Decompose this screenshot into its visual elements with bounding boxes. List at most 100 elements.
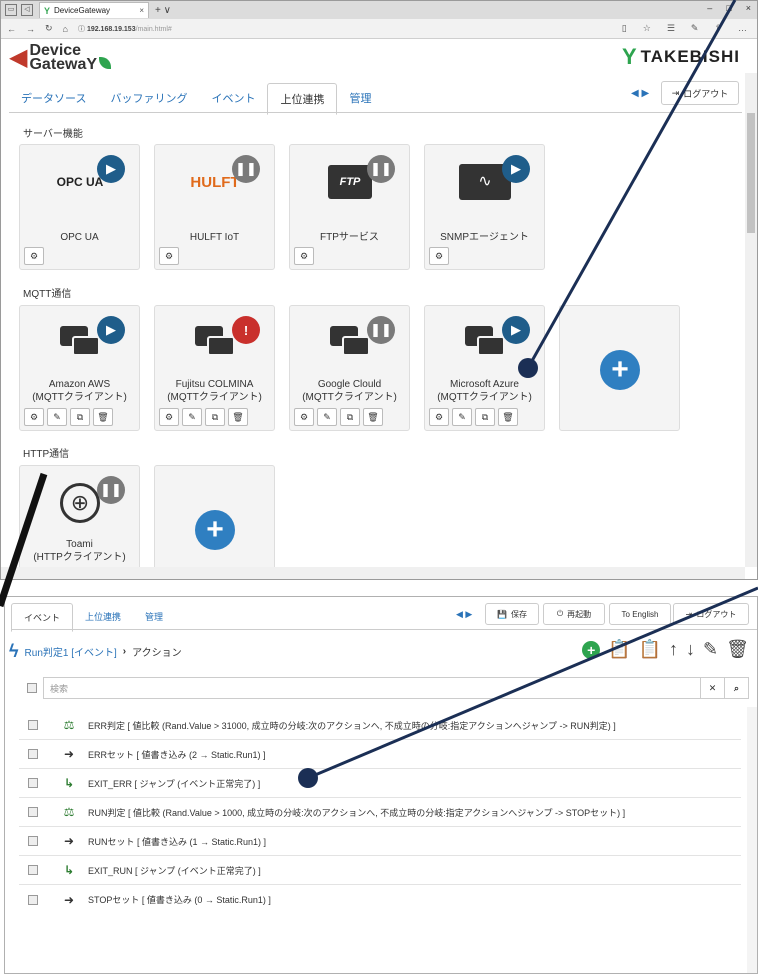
horizontal-scrollbar[interactable] [1, 567, 745, 579]
clear-search-icon[interactable]: ✕ [701, 677, 725, 699]
settings-gear-icon[interactable]: ⚙ [24, 247, 44, 265]
card-toami[interactable]: ⊕ ❚❚ Toami (HTTPクライアント) [19, 465, 140, 579]
save-button[interactable]: 💾 保存 [485, 603, 539, 625]
vertical-scrollbar[interactable] [745, 73, 757, 567]
action-row[interactable]: ➜ ERRセット [ 値書き込み (2 → Static.Run1) ] [19, 740, 741, 769]
settings-gear-icon[interactable]: ⚙ [294, 408, 314, 426]
action-row[interactable]: ➜ STOPセット [ 値書き込み (0 → Static.Run1) ] [19, 885, 741, 914]
close-tab-icon[interactable]: × [139, 6, 144, 15]
action-row[interactable]: ⚖ ERR判定 [ 値比較 (Rand.Value > 31000, 成立時の分岐… [19, 711, 741, 740]
to-english-button[interactable]: To English [609, 603, 671, 625]
card-hulft-iot[interactable]: HULFT ❚❚ HULFT IoT ⚙ [154, 144, 275, 270]
tab-back-icon[interactable]: ◁ [21, 4, 33, 16]
card-google-cloud[interactable]: ❚❚ Google Clould (MQTTクライアント) ⚙ ✎ ⧉ 🗑 [289, 305, 410, 431]
running-play-icon[interactable]: ▶ [502, 316, 530, 344]
card-fujitsu-colmina[interactable]: ! Fujitsu COLMINA (MQTTクライアント) ⚙ ✎ ⧉ 🗑 [154, 305, 275, 431]
running-play-icon[interactable]: ▶ [97, 316, 125, 344]
row-checkbox[interactable] [28, 894, 38, 905]
row-checkbox[interactable] [28, 749, 38, 759]
add-action-icon[interactable]: + [582, 640, 601, 659]
tab-datasource[interactable]: データソース [9, 83, 98, 115]
paused-pause-icon[interactable]: ❚❚ [232, 155, 260, 183]
action-row[interactable]: ➜ RUNセット [ 値書き込み (1 → Static.Run1) ] [19, 827, 741, 856]
forward-icon[interactable]: → [26, 24, 35, 34]
delete-trash-icon[interactable]: 🗑 [726, 639, 749, 660]
tab-event[interactable]: イベント [11, 603, 74, 632]
card-ftp-service[interactable]: FTP ❚❚ FTPサービス ⚙ [289, 144, 410, 270]
favorites-hub-icon[interactable]: ☰ [667, 23, 675, 34]
back-icon[interactable]: ← [7, 24, 16, 34]
error-exclamation-icon[interactable]: ! [232, 316, 260, 344]
copy-icon[interactable]: ⧉ [340, 408, 360, 426]
row-checkbox[interactable] [28, 836, 38, 846]
tab-admin[interactable]: 管理 [337, 83, 383, 115]
tab-event[interactable]: イベント [199, 83, 267, 115]
row-checkbox[interactable] [28, 720, 38, 730]
reading-view-icon[interactable]: ▯ [622, 23, 627, 34]
tab-admin[interactable]: 管理 [133, 603, 175, 632]
share-icon[interactable]: ⇪ [714, 23, 722, 34]
tab-buffering[interactable]: バッファリング [98, 83, 199, 115]
settings-gear-icon[interactable]: ⚙ [294, 247, 314, 265]
add-plus-icon[interactable]: + [600, 350, 640, 390]
notes-icon[interactable]: ✎ [691, 23, 699, 34]
edit-pencil-icon[interactable]: ✎ [452, 408, 472, 426]
copy-icon[interactable]: ⧉ [205, 408, 225, 426]
paste-after-icon[interactable]: 📋 [639, 639, 661, 660]
breadcrumb-event-link[interactable]: Run判定1 [イベント] [25, 644, 117, 659]
nav-arrows-icon[interactable]: ◀ ▶ [456, 609, 472, 620]
card-amazon-aws[interactable]: ▶ Amazon AWS (MQTTクライアント) ⚙ ✎ ⧉ 🗑 [19, 305, 140, 431]
delete-trash-icon[interactable]: 🗑 [363, 408, 383, 426]
tab-upper-link[interactable]: 上位連携 [267, 83, 338, 115]
add-plus-icon[interactable]: + [195, 510, 235, 550]
edit-pencil-icon[interactable]: ✎ [317, 408, 337, 426]
action-row[interactable]: ↳ EXIT_RUN [ ジャンプ (イベント正常完了) ] [19, 856, 741, 885]
running-play-icon[interactable]: ▶ [502, 155, 530, 183]
move-down-icon[interactable]: ↓ [686, 639, 695, 660]
refresh-icon[interactable]: ↻ [45, 23, 53, 34]
delete-trash-icon[interactable]: 🗑 [498, 408, 518, 426]
delete-trash-icon[interactable]: 🗑 [93, 408, 113, 426]
action-row[interactable]: ↳ EXIT_ERR [ ジャンプ (イベント正常完了) ] [19, 769, 741, 798]
new-tab-icon[interactable]: + ∨ [155, 5, 171, 16]
more-icon[interactable]: … [738, 23, 747, 34]
tab-upper-link[interactable]: 上位連携 [73, 603, 133, 632]
search-icon[interactable]: ⌕ [725, 677, 749, 699]
favorite-star-icon[interactable]: ☆ [643, 23, 651, 34]
copy-icon[interactable]: ⧉ [475, 408, 495, 426]
action-row[interactable]: ⚖ RUN判定 [ 値比較 (Rand.Value > 1000, 成立時の分岐:… [19, 798, 741, 827]
edit-pencil-icon[interactable]: ✎ [182, 408, 202, 426]
maximize-icon[interactable]: □ [726, 3, 731, 13]
settings-gear-icon[interactable]: ⚙ [24, 408, 44, 426]
scroll-thumb[interactable] [747, 113, 755, 233]
row-checkbox[interactable] [28, 807, 38, 817]
select-all-checkbox[interactable] [27, 683, 37, 693]
paste-before-icon[interactable]: 📋 [608, 639, 630, 660]
delete-trash-icon[interactable]: 🗑 [228, 408, 248, 426]
search-input[interactable]: 検索 [43, 677, 701, 699]
card-microsoft-azure[interactable]: ▶ Microsoft Azure (MQTTクライアント) ⚙ ✎ ⧉ 🗑 [424, 305, 545, 431]
row-checkbox[interactable] [28, 778, 38, 788]
vertical-scrollbar[interactable] [747, 707, 757, 973]
settings-gear-icon[interactable]: ⚙ [159, 247, 179, 265]
url-field[interactable]: ⓘ 192.168.19.153/main.html# [78, 24, 172, 34]
logout-button[interactable]: ⇥ ログアウト [661, 81, 739, 105]
logout-button[interactable]: ⇥ ログアウト [673, 603, 749, 625]
paused-pause-icon[interactable]: ❚❚ [97, 476, 125, 504]
paused-pause-icon[interactable]: ❚❚ [367, 316, 395, 344]
row-checkbox[interactable] [28, 865, 38, 875]
home-icon[interactable]: ⌂ [63, 24, 68, 34]
minimize-icon[interactable]: – [707, 3, 712, 13]
copy-icon[interactable]: ⧉ [70, 408, 90, 426]
card-snmp-agent[interactable]: ∿ ▶ SNMPエージェント ⚙ [424, 144, 545, 270]
move-up-icon[interactable]: ↑ [669, 639, 678, 660]
close-window-icon[interactable]: × [746, 3, 751, 13]
tab-actions-icon[interactable]: ▭ [5, 4, 17, 16]
browser-tab[interactable]: Y DeviceGateway × [39, 2, 149, 18]
restart-button[interactable]: ⏻ 再起動 [543, 603, 605, 625]
settings-gear-icon[interactable]: ⚙ [429, 247, 449, 265]
settings-gear-icon[interactable]: ⚙ [429, 408, 449, 426]
edit-pencil-icon[interactable]: ✎ [703, 639, 718, 660]
settings-gear-icon[interactable]: ⚙ [159, 408, 179, 426]
add-mqtt-card[interactable]: + [559, 305, 680, 431]
